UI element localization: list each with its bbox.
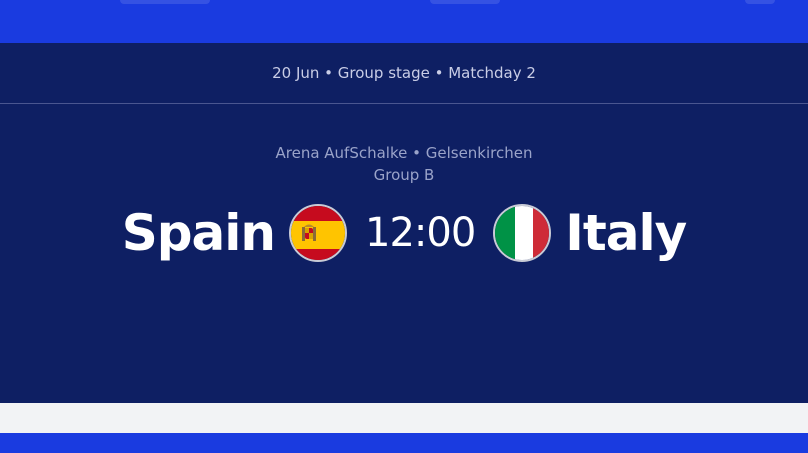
top-navigation-bar [0, 0, 808, 43]
match-meta-line: 20 Jun • Group stage • Matchday 2 [0, 43, 808, 104]
match-venue-block: Arena AufSchalke • Gelsenkirchen Group B [0, 142, 808, 186]
away-team-name[interactable]: Italy [565, 204, 687, 262]
nav-item-partial[interactable] [120, 0, 210, 4]
kickoff-time: 12:00 [365, 210, 476, 256]
nav-item-partial[interactable] [430, 0, 500, 4]
spain-flag-icon [289, 204, 347, 262]
venue-name: Arena AufSchalke • Gelsenkirchen [275, 144, 533, 162]
italy-flag-icon [493, 204, 552, 262]
group-name: Group B [373, 166, 435, 184]
secondary-navigation-bar [0, 433, 808, 453]
home-team-name[interactable]: Spain [122, 204, 276, 262]
scoreline: Spain 12:00 Italy [0, 198, 808, 268]
content-divider [0, 403, 808, 433]
match-header-panel: 20 Jun • Group stage • Matchday 2 Arena … [0, 43, 808, 403]
nav-item-partial[interactable] [745, 0, 775, 4]
